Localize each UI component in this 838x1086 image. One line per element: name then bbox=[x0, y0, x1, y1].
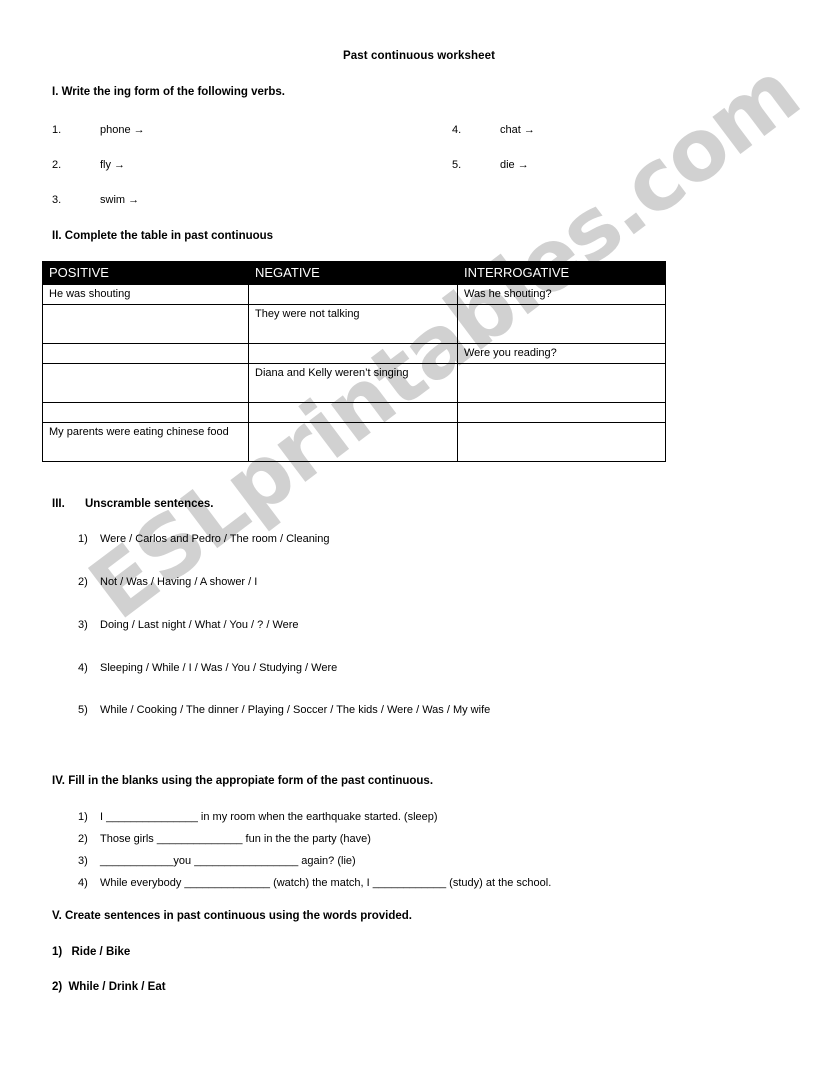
table-row: He was shouting Was he shouting? bbox=[42, 284, 666, 306]
create-sentence-item-2: 2) While / Drink / Eat bbox=[52, 981, 166, 993]
page-title: Past continuous worksheet bbox=[342, 50, 496, 62]
fill-blank-item-1-number: 1) bbox=[78, 811, 88, 823]
verb-item-4-number: 4. bbox=[452, 124, 462, 136]
unscramble-item-5-text: While / Cooking / The dinner / Playing /… bbox=[100, 704, 491, 716]
table-row bbox=[42, 402, 666, 424]
unscramble-item-2-text: Not / Was / Having / A shower / I bbox=[100, 576, 258, 588]
fill-blank-item-4-number: 4) bbox=[78, 877, 88, 889]
table-cell[interactable] bbox=[457, 422, 666, 463]
table-cell[interactable] bbox=[42, 363, 249, 404]
table-cell[interactable]: They were not talking bbox=[248, 304, 458, 345]
verb-item-1-word: phone → bbox=[100, 124, 145, 136]
fill-blank-item-2-number: 2) bbox=[78, 833, 88, 845]
section-3-heading: III. Unscramble sentences. bbox=[52, 498, 213, 510]
section-3-heading-text: Unscramble sentences. bbox=[85, 498, 214, 510]
unscramble-item-3-number: 3) bbox=[78, 619, 88, 631]
unscramble-item-5-number: 5) bbox=[78, 704, 88, 716]
verb-item-3-number: 3. bbox=[52, 194, 62, 206]
section-3-numeral: III. bbox=[52, 498, 65, 510]
fill-blank-item-2-text[interactable]: Those girls ______________ fun in the th… bbox=[100, 833, 371, 845]
table-row: Diana and Kelly weren’t singing bbox=[42, 363, 666, 404]
table-cell[interactable]: Were you reading? bbox=[457, 343, 666, 365]
table-row: My parents were eating chinese food bbox=[42, 422, 666, 463]
verb-item-5-number: 5. bbox=[452, 159, 462, 171]
worksheet-page: ESLprintables.com Past continuous worksh… bbox=[0, 0, 838, 1086]
table-cell[interactable] bbox=[248, 343, 458, 365]
create-sentence-item-1-number: 1) bbox=[52, 946, 63, 958]
table-header-negative: NEGATIVE bbox=[248, 260, 458, 286]
section-2-heading: II. Complete the table in past continuou… bbox=[52, 230, 274, 242]
table-row: Were you reading? bbox=[42, 343, 666, 365]
verb-item-4-word: chat → bbox=[500, 124, 535, 136]
table-cell[interactable]: My parents were eating chinese food bbox=[42, 422, 249, 463]
section-4-heading: IV. Fill in the blanks using the appropi… bbox=[52, 775, 434, 787]
create-sentence-item-2-number: 2) bbox=[52, 981, 63, 993]
verb-item-3-word: swim → bbox=[100, 194, 140, 206]
table-cell[interactable] bbox=[42, 343, 249, 365]
unscramble-item-1-number: 1) bbox=[78, 533, 88, 545]
table-cell[interactable] bbox=[248, 284, 458, 306]
table-cell[interactable] bbox=[457, 304, 666, 345]
verb-item-1-number: 1. bbox=[52, 124, 62, 136]
create-sentence-item-2-text: While / Drink / Eat bbox=[68, 981, 166, 993]
table-row: They were not talking bbox=[42, 304, 666, 345]
section-5-heading: V. Create sentences in past continuous u… bbox=[52, 910, 412, 922]
create-sentence-item-1-text: Ride / Bike bbox=[71, 946, 131, 958]
fill-blank-item-1-text[interactable]: I _______________ in my room when the ea… bbox=[100, 811, 438, 823]
section-1-heading: I. Write the ing form of the following v… bbox=[52, 86, 285, 98]
past-continuous-table: POSITIVE NEGATIVE INTERROGATIVE He was s… bbox=[42, 260, 666, 463]
table-cell[interactable]: Diana and Kelly weren’t singing bbox=[248, 363, 458, 404]
unscramble-item-4-number: 4) bbox=[78, 662, 88, 674]
table-header-interrogative: INTERROGATIVE bbox=[457, 260, 666, 286]
unscramble-item-3-text: Doing / Last night / What / You / ? / We… bbox=[100, 619, 299, 631]
table-cell[interactable] bbox=[248, 402, 458, 424]
table-cell[interactable]: He was shouting bbox=[42, 284, 249, 306]
verb-item-5-word: die → bbox=[500, 159, 529, 171]
create-sentence-item-1: 1) Ride / Bike bbox=[52, 946, 130, 958]
table-cell[interactable]: Was he shouting? bbox=[457, 284, 666, 306]
unscramble-item-4-text: Sleeping / While / I / Was / You / Study… bbox=[100, 662, 338, 674]
table-cell[interactable] bbox=[42, 304, 249, 345]
fill-blank-item-4-text[interactable]: While everybody ______________ (watch) t… bbox=[100, 877, 551, 889]
table-cell[interactable] bbox=[42, 402, 249, 424]
table-cell[interactable] bbox=[248, 422, 458, 463]
table-cell[interactable] bbox=[457, 402, 666, 424]
verb-item-2-word: fly → bbox=[100, 159, 126, 171]
unscramble-item-1-text: Were / Carlos and Pedro / The room / Cle… bbox=[100, 533, 330, 545]
verb-item-2-number: 2. bbox=[52, 159, 62, 171]
unscramble-item-2-number: 2) bbox=[78, 576, 88, 588]
fill-blank-item-3-number: 3) bbox=[78, 855, 88, 867]
fill-blank-item-3-text[interactable]: ____________you _________________ again?… bbox=[100, 855, 356, 867]
table-cell[interactable] bbox=[457, 363, 666, 404]
table-header-row: POSITIVE NEGATIVE INTERROGATIVE bbox=[42, 260, 666, 286]
table-header-positive: POSITIVE bbox=[42, 260, 249, 286]
